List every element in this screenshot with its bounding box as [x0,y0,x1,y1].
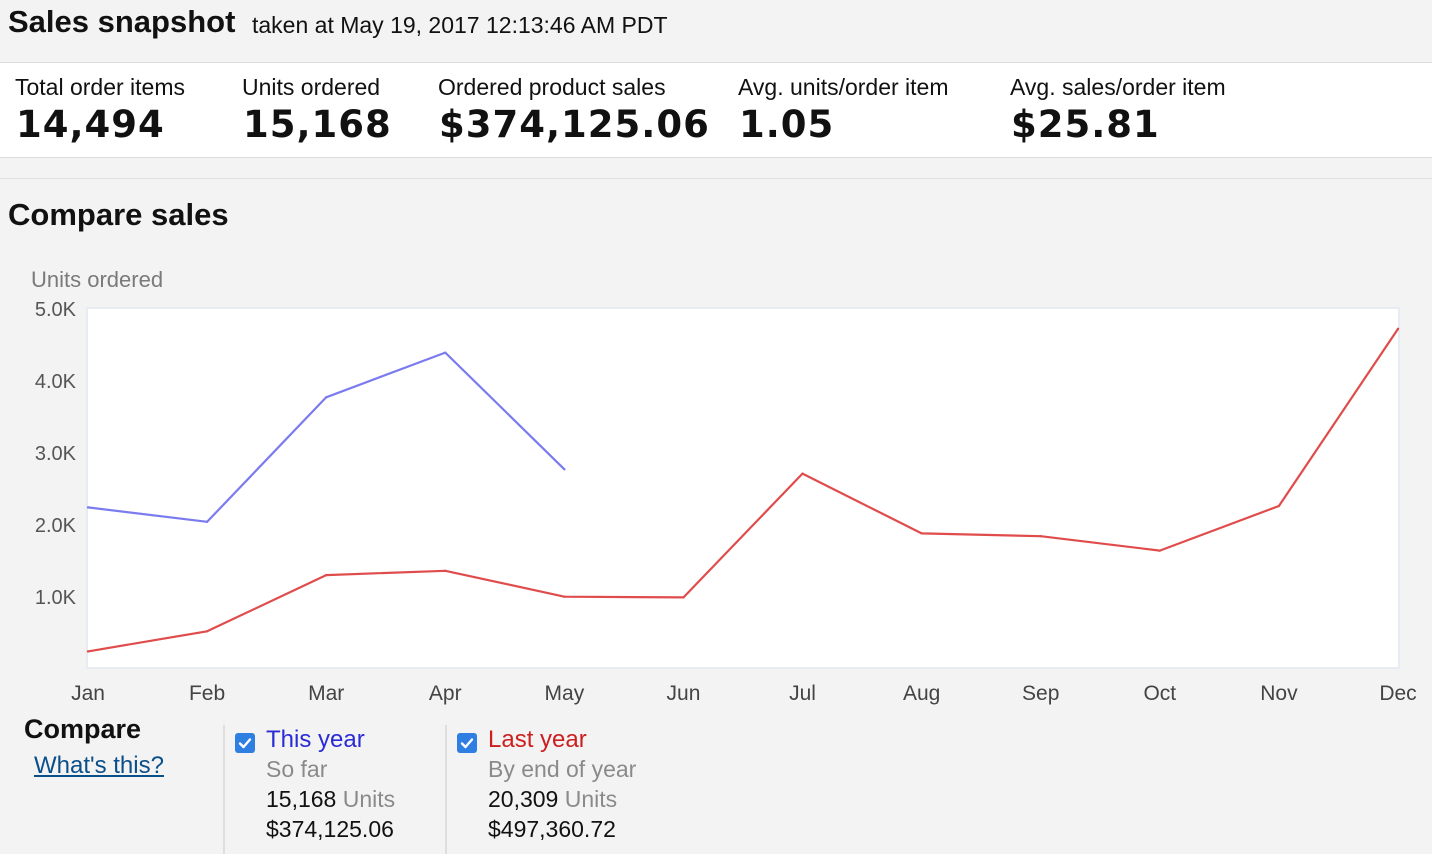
snapshot-header: Sales snapshot taken at May 19, 2017 12:… [0,0,1432,63]
data-point [563,468,566,471]
units-word: Units [564,786,618,812]
y-tick-label: 2.0K [35,515,77,537]
last-year-subtitle: By end of year [488,756,637,782]
data-point [1396,327,1400,331]
units-value: 20,309 [488,786,559,812]
x-tick-label: Sep [1022,682,1059,705]
data-point [1277,504,1281,508]
metric-label: Total order items [15,74,186,100]
whats-this-link[interactable]: What's this? [34,752,164,780]
y-tick-label: 4.0K [35,371,77,393]
data-point [1158,549,1162,552]
data-point [324,396,328,399]
units-value: 15,168 [266,786,337,812]
x-tick-label: Jul [789,682,816,705]
metric-value: $25.81 [1011,103,1160,146]
y-axis-label: Units ordered [31,267,163,292]
metric-label: Units ordered [242,74,381,100]
x-tick-label: Dec [1379,682,1416,705]
checkmark-icon [460,738,474,749]
data-point [444,569,447,572]
this-year-label[interactable]: This year [266,726,365,754]
metric-value: $374,125.06 [439,103,710,146]
legend-divider [445,725,447,854]
metrics-row: Total order items 14,494 Units ordered 1… [0,63,1432,158]
data-point [801,472,804,475]
section-divider [0,178,1432,179]
x-tick-label: Aug [903,682,940,705]
data-point [324,573,328,577]
metric-label: Ordered product sales [438,74,666,100]
data-point [682,596,685,599]
data-point [86,650,90,653]
x-tick-label: Apr [429,682,462,705]
this-year-subtitle: So far [266,756,328,782]
checkmark-icon [238,738,252,749]
metric-value: 14,494 [16,103,165,146]
x-tick-label: Jun [667,682,701,705]
data-point [920,532,923,535]
x-tick-label: Feb [189,682,225,705]
data-point [1039,535,1042,538]
last-year-sales: $497,360.72 [488,816,616,842]
legend-compare-title: Compare [24,714,142,744]
data-point [205,520,209,524]
x-tick-label: May [545,682,585,705]
data-point [444,351,447,354]
x-tick-label: Oct [1143,682,1176,705]
snapshot-timestamp: taken at May 19, 2017 12:13:46 AM PDT [252,12,668,38]
data-point [205,630,209,633]
data-point [563,595,566,598]
units-ordered-chart: Units ordered 1.0K 2.0K 3.0K 4.0K 5.0K Jan Feb M… [31,267,1417,705]
plot-area [86,307,1400,669]
metric-value: 15,168 [243,103,392,146]
this-year-checkbox[interactable] [235,733,255,753]
y-tick-label: 1.0K [35,587,77,609]
x-tick-label: Mar [308,682,344,705]
x-tick-label: Nov [1260,682,1298,705]
this-year-units: 15,168 Units [266,786,395,813]
compare-sales-title: Compare sales [8,197,229,232]
last-year-checkbox[interactable] [457,733,477,753]
last-year-units: 20,309 Units [488,786,617,813]
y-tick-label: 3.0K [35,443,77,465]
x-tick-label: Jan [71,682,105,705]
data-point [86,506,90,509]
last-year-label[interactable]: Last year [488,726,587,754]
metric-label: Avg. units/order item [738,74,949,100]
legend-divider [223,725,225,854]
metric-label: Avg. sales/order item [1010,74,1226,100]
metric-value: 1.05 [739,103,835,146]
this-year-sales: $374,125.06 [266,816,394,842]
units-word: Units [342,786,396,812]
y-tick-label: 5.0K [35,299,77,321]
page-title: Sales snapshot [8,4,236,39]
